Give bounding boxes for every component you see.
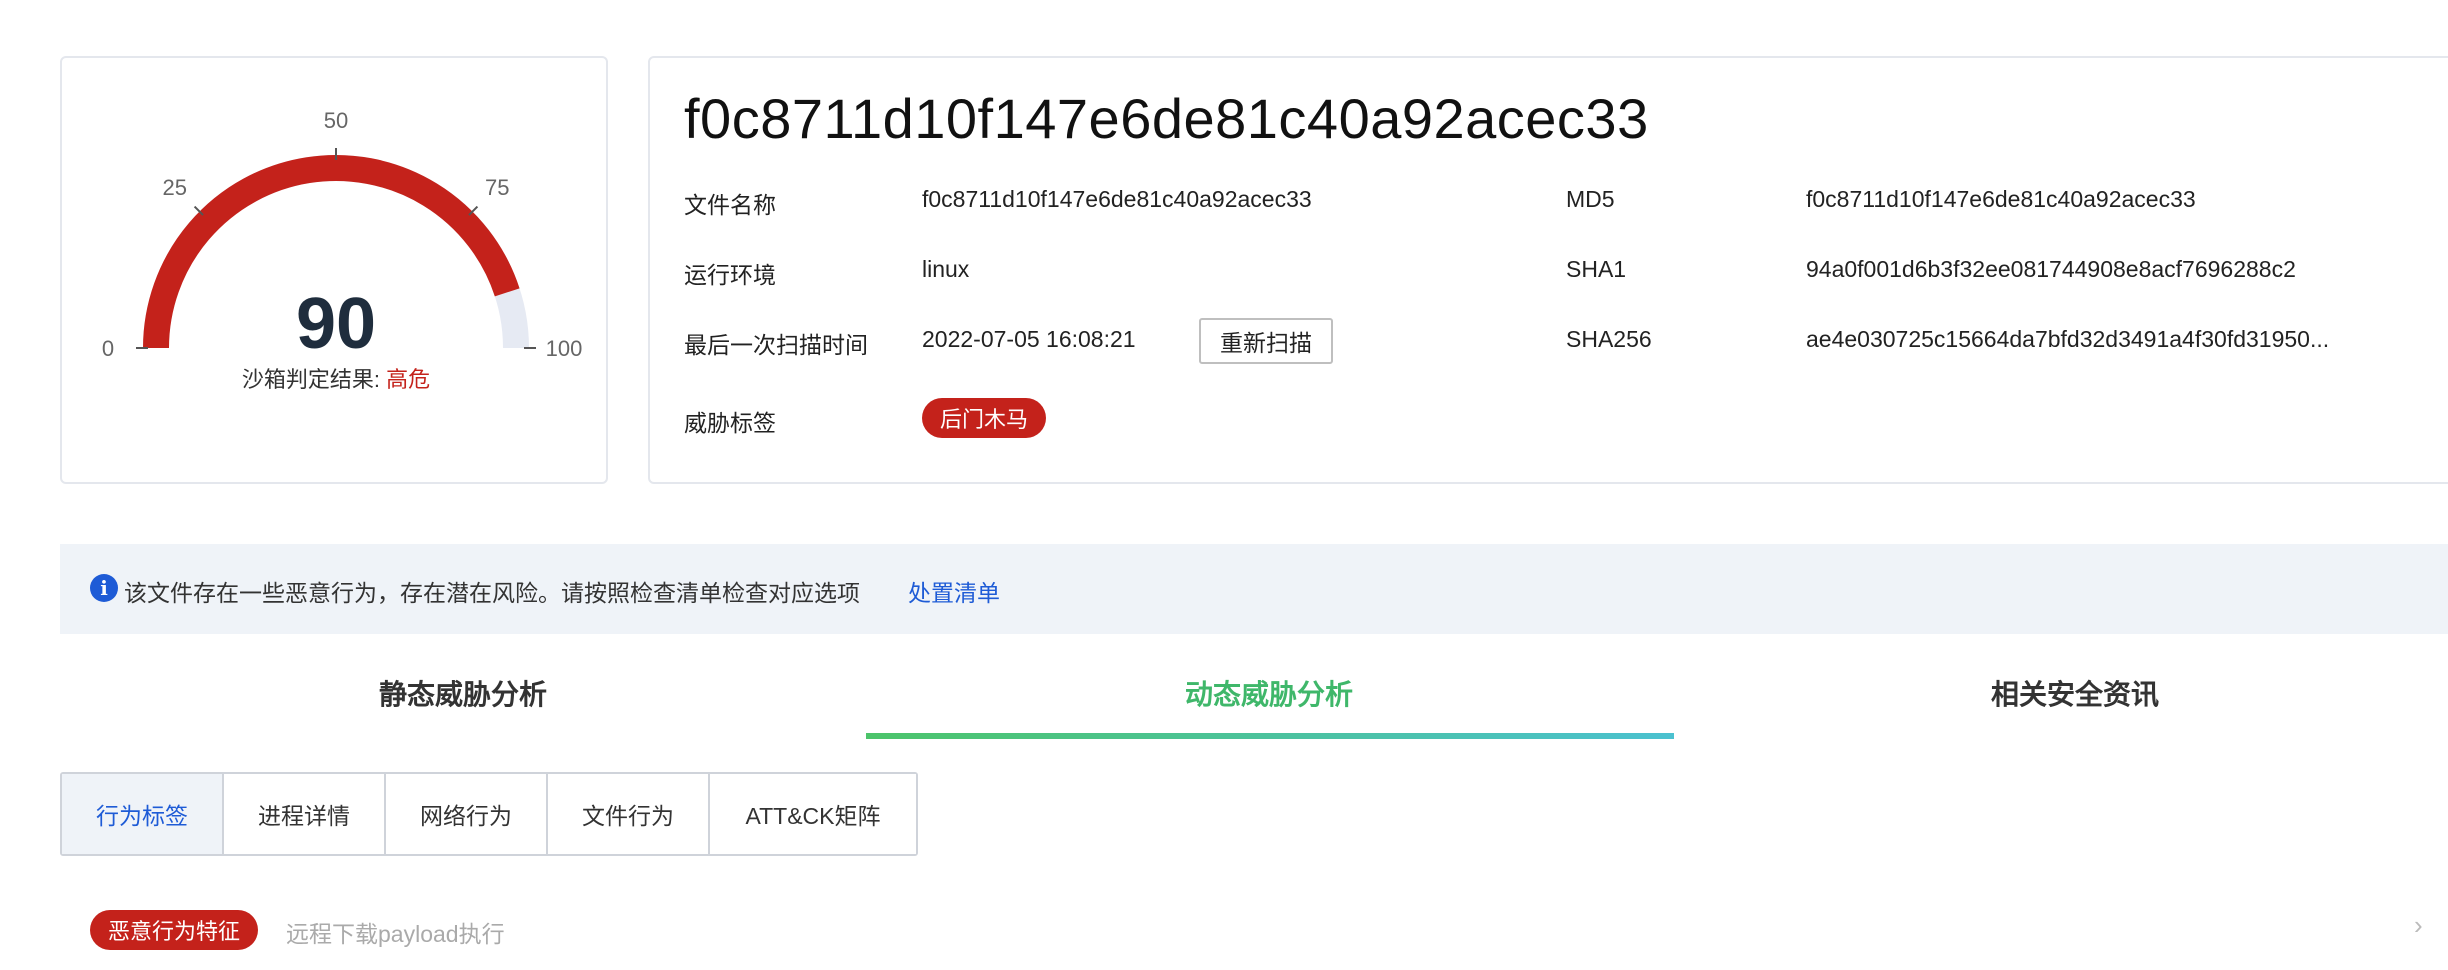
- subtab-attck-matrix[interactable]: ATT&CK矩阵: [710, 774, 916, 854]
- subtab-behavior-tags[interactable]: 行为标签: [62, 774, 224, 854]
- sha256-value: ae4e030725c15664da7bfd32d3491a4f30fd3195…: [1806, 326, 2330, 352]
- risk-gauge: 0 25 50 75 100 90: [102, 108, 583, 364]
- subtab-network-behavior[interactable]: 网络行为: [386, 774, 548, 854]
- verdict-label: 沙箱判定结果:: [241, 367, 387, 392]
- notice-text: 该文件存在一些恶意行为，存在潜在风险。请按照检查清单检查对应选项: [124, 580, 860, 606]
- disposal-checklist-link[interactable]: 处置清单: [908, 574, 1000, 608]
- last-scan-value: 2022-07-05 16:08:21: [922, 326, 1136, 352]
- file-name-label: 文件名称: [684, 192, 776, 218]
- gauge-tick-label-75: 75: [485, 175, 509, 200]
- sha256-label: SHA256: [1566, 326, 1652, 352]
- tab-dynamic-threat-analysis[interactable]: 动态威胁分析: [866, 670, 1672, 740]
- file-info-card: f0c8711d10f147e6de81c40a92acec33 文件名称 f0…: [648, 56, 2448, 484]
- behavior-description[interactable]: 远程下载payload执行: [286, 915, 505, 949]
- sandbox-verdict: 沙箱判定结果: 高危: [62, 362, 610, 394]
- file-name-value: f0c8711d10f147e6de81c40a92acec33: [922, 186, 1312, 212]
- tab-static-threat-analysis[interactable]: 静态威胁分析: [60, 670, 866, 740]
- gauge-tick-label-50: 50: [324, 108, 348, 133]
- verdict-value: 高危: [386, 367, 431, 392]
- subtab-file-behavior[interactable]: 文件行为: [548, 774, 710, 854]
- md5-value: f0c8711d10f147e6de81c40a92acec33: [1806, 186, 2196, 212]
- sha1-value: 94a0f001d6b3f32ee081744908e8acf7696288c2: [1806, 256, 2296, 282]
- risk-gauge-card: 0 25 50 75 100 90 沙箱判定结果: 高危: [60, 56, 608, 484]
- tab-related-security-news[interactable]: 相关安全资讯: [1672, 670, 2448, 740]
- risk-notice-bar: i 该文件存在一些恶意行为，存在潜在风险。请按照检查清单检查对应选项 处置清单: [60, 544, 2448, 634]
- last-scan-label: 最后一次扫描时间: [684, 332, 868, 358]
- runtime-env-value: linux: [922, 256, 970, 282]
- rescan-button[interactable]: 重新扫描: [1199, 318, 1333, 364]
- gauge-tick-label-0: 0: [102, 336, 114, 361]
- md5-label: MD5: [1566, 186, 1615, 212]
- info-icon: i: [90, 574, 118, 602]
- active-tab-underline: [866, 733, 1674, 739]
- chevron-right-icon[interactable]: ›: [2414, 910, 2423, 941]
- threat-tag-badge: 后门木马: [922, 398, 1047, 438]
- runtime-env-label: 运行环境: [684, 262, 776, 288]
- subtab-process-details[interactable]: 进程详情: [224, 774, 386, 854]
- sha1-label: SHA1: [1566, 256, 1627, 282]
- gauge-tick-label-100: 100: [546, 336, 583, 361]
- gauge-tick-label-25: 25: [163, 175, 187, 200]
- file-hash-title: f0c8711d10f147e6de81c40a92acec33: [684, 87, 1649, 150]
- malicious-behavior-badge: 恶意行为特征: [90, 910, 259, 950]
- gauge-score: 90: [296, 284, 376, 364]
- sub-tabs: 行为标签 进程详情 网络行为 文件行为 ATT&CK矩阵: [60, 772, 918, 856]
- threat-tag-label: 威胁标签: [684, 410, 776, 436]
